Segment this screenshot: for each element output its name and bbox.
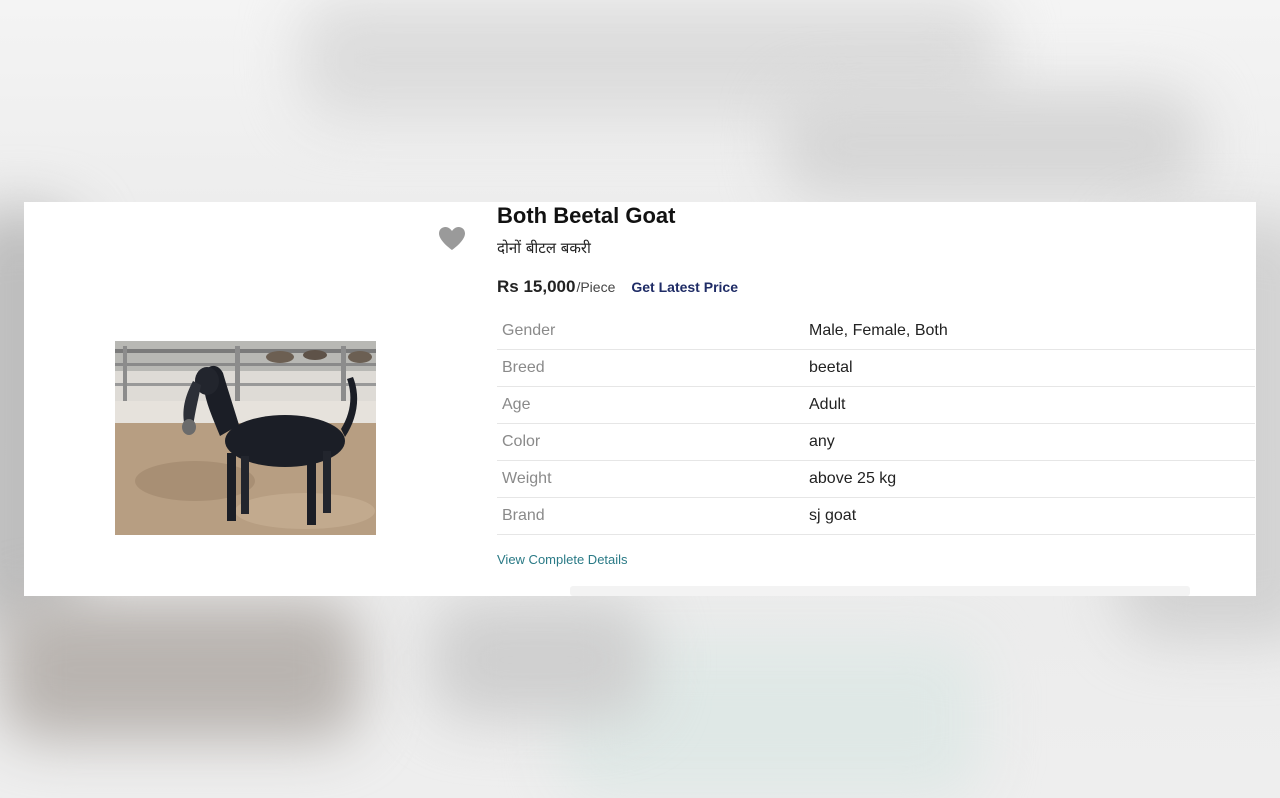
table-row: Weight above 25 kg xyxy=(497,460,1255,498)
table-row: Color any xyxy=(497,423,1255,461)
price-row: Rs 15,000 /Piece Get Latest Price xyxy=(497,277,738,297)
price-unit: /Piece xyxy=(576,279,616,295)
get-latest-price-link[interactable]: Get Latest Price xyxy=(631,279,738,295)
spec-label: Age xyxy=(497,386,809,424)
table-row: Brand sj goat xyxy=(497,497,1255,535)
product-title[interactable]: Both Beetal Goat xyxy=(497,203,675,229)
product-image[interactable] xyxy=(115,341,376,535)
spec-value: any xyxy=(809,423,1255,461)
heart-icon[interactable] xyxy=(437,225,467,251)
spec-label: Gender xyxy=(497,313,809,350)
spec-label: Color xyxy=(497,423,809,461)
view-complete-details-link[interactable]: View Complete Details xyxy=(497,552,628,567)
spec-label: Breed xyxy=(497,349,809,387)
spec-value: above 25 kg xyxy=(809,460,1255,498)
spec-value: Male, Female, Both xyxy=(809,313,1255,350)
price-value: Rs 15,000 xyxy=(497,277,576,296)
card-footer-strip xyxy=(570,586,1190,596)
spec-label: Brand xyxy=(497,497,809,535)
specs-table: Gender Male, Female, Both Breed beetal A… xyxy=(497,313,1255,535)
table-row: Gender Male, Female, Both xyxy=(497,313,1255,350)
product-subtitle: दोनों बीटल बकरी xyxy=(497,239,591,257)
spec-value: Adult xyxy=(809,386,1255,424)
spec-label: Weight xyxy=(497,460,809,498)
table-row: Breed beetal xyxy=(497,349,1255,387)
table-row: Age Adult xyxy=(497,386,1255,424)
spec-value: beetal xyxy=(809,349,1255,387)
spec-value: sj goat xyxy=(809,497,1255,535)
